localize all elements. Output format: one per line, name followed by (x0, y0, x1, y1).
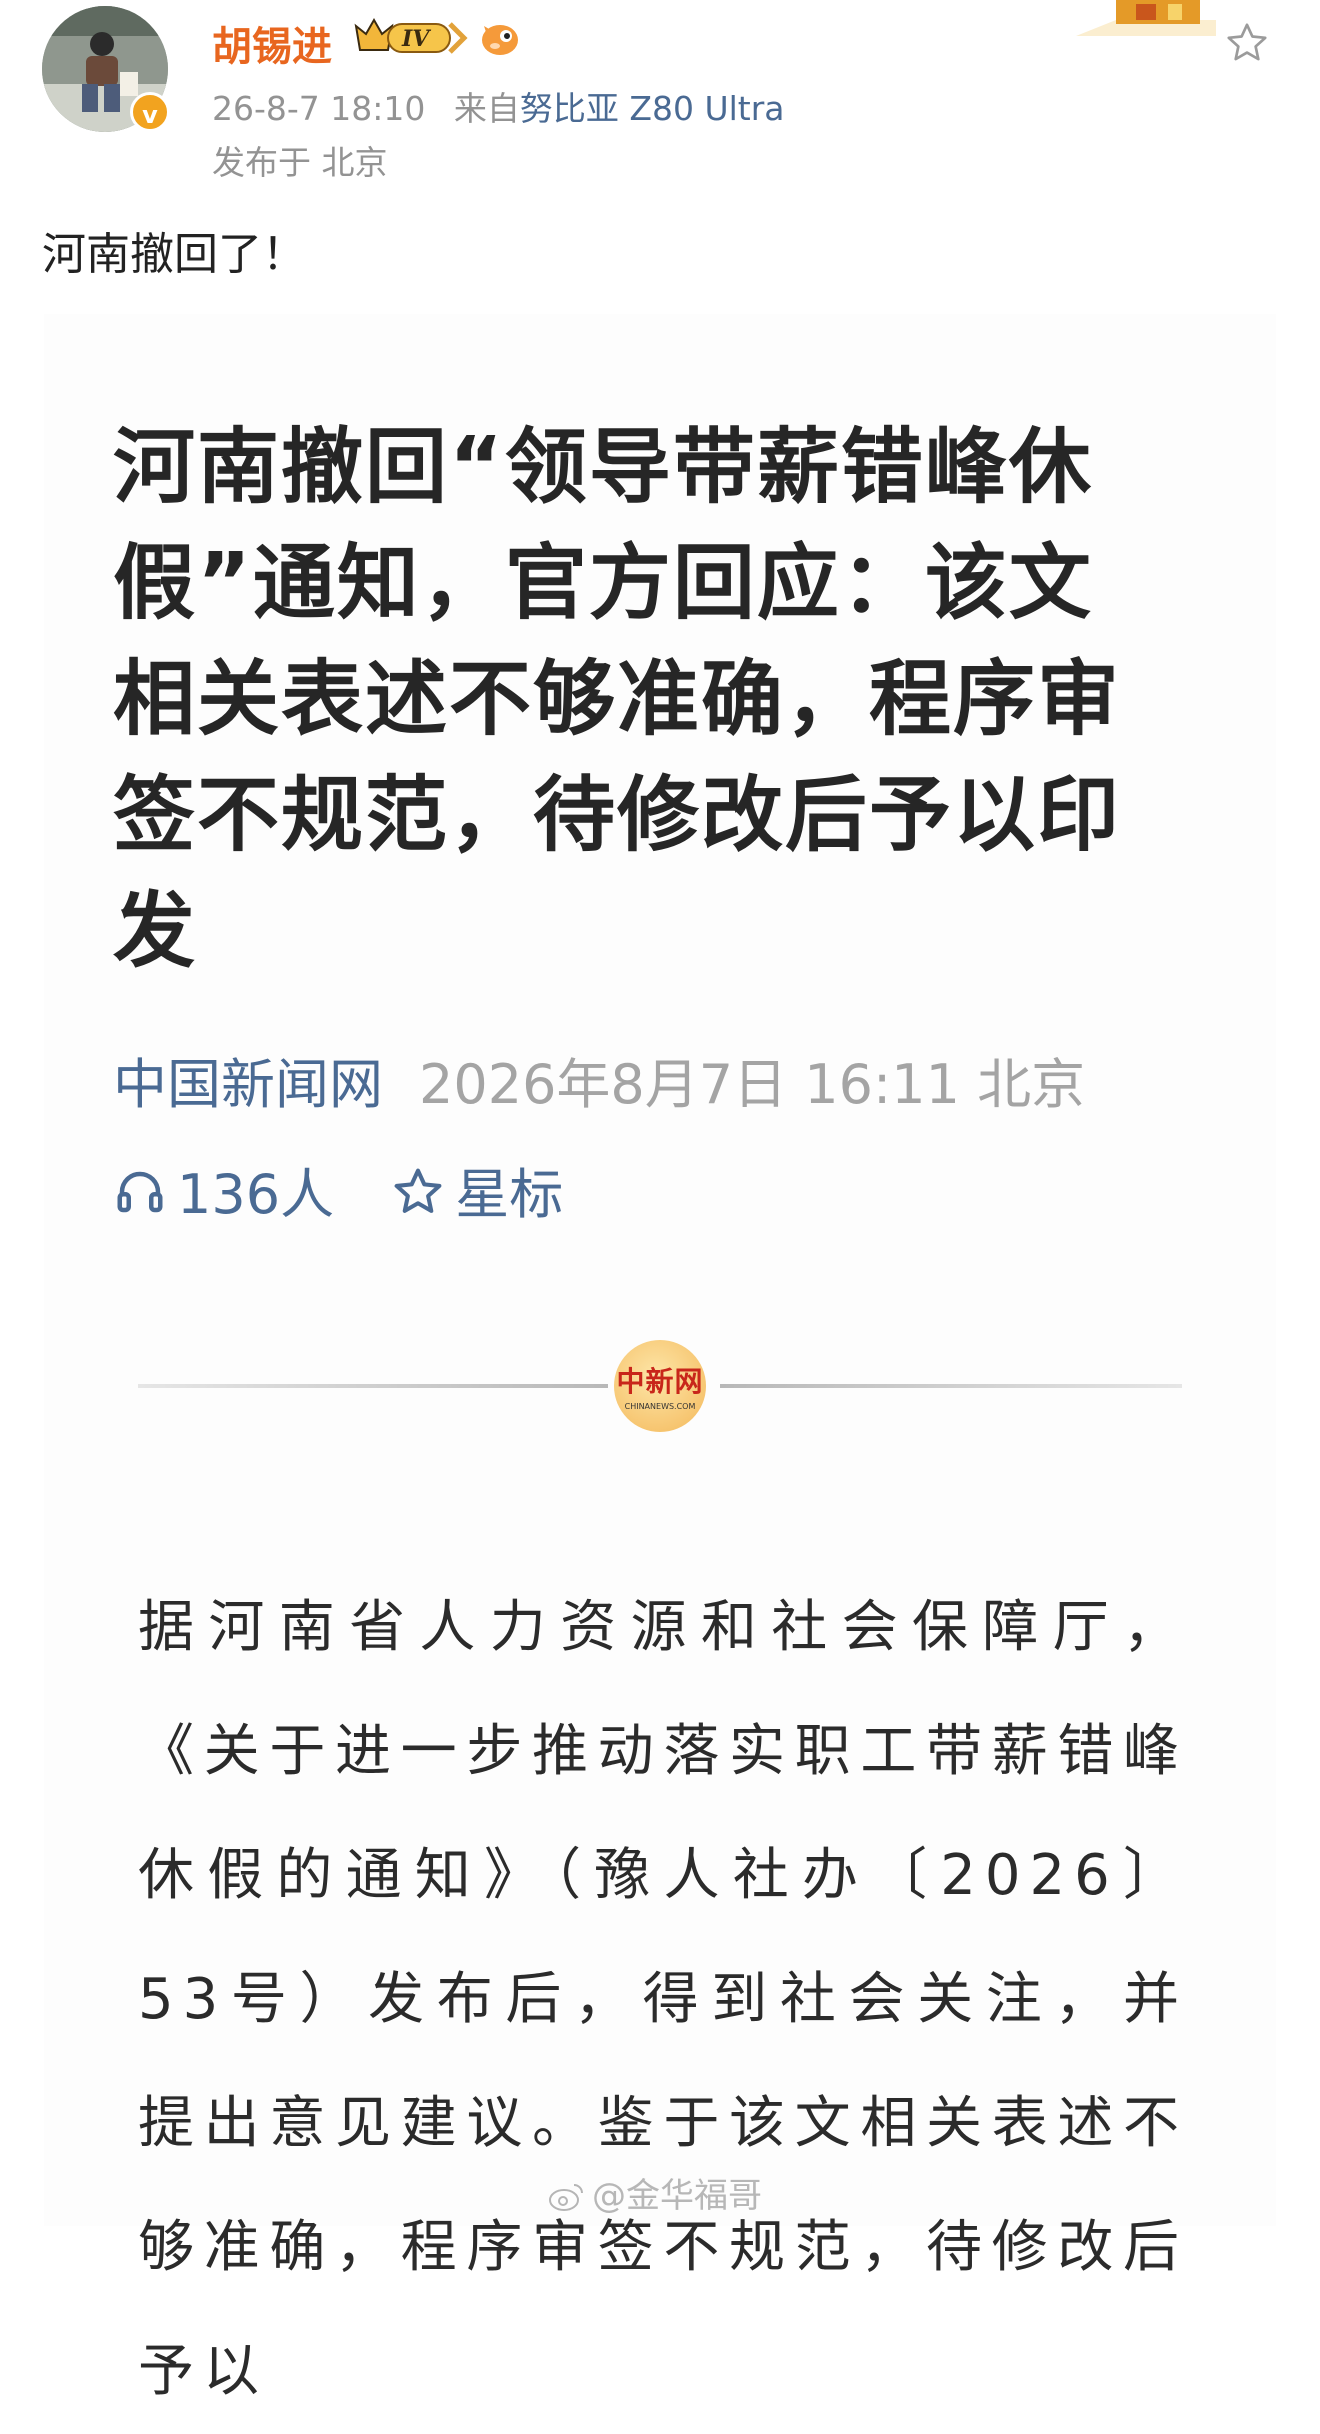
listen-count-item[interactable]: 136人 (113, 1150, 334, 1229)
star-outline-icon[interactable] (1224, 20, 1270, 70)
watermark: @金华福哥 (548, 2168, 762, 2217)
weibo-icon (549, 2184, 583, 2211)
watermark-text: @金华福哥 (592, 2176, 762, 2216)
logo-text-en: CHINANEWS.COM (624, 1402, 696, 1411)
star-mark-button[interactable]: 星标 (391, 1150, 563, 1229)
post-header: v 胡锡进 IV 26-8-7 18:10 来自努比亚 Z80 Ultra 发布… (0, 0, 1320, 190)
verified-badge-icon: v (130, 92, 170, 132)
article-body: 据河南省人力资源和社会保障厅，《关于进一步推动落实职工带薪错峰休假的通知》（豫人… (138, 1595, 1188, 2404)
listen-count: 136人 (177, 1163, 335, 1226)
star-mark-label: 星标 (455, 1163, 564, 1226)
article-source-line: 中国新闻网 2026年8月7日 16:11 北京 (113, 1040, 1085, 1119)
post-timestamp: 26-8-7 18:10 (212, 89, 426, 128)
article-datetime: 2026年8月7日 16:11 北京 (419, 1053, 1086, 1116)
logo-text-cn: 中新网 (616, 1365, 704, 1398)
fish-icon[interactable] (478, 16, 524, 64)
divider-line-right (720, 1384, 1182, 1388)
article-source[interactable]: 中国新闻网 (113, 1053, 383, 1116)
post-location: 发布于 北京 (212, 143, 388, 182)
chinanews-logo: 中新网 CHINANEWS.COM (614, 1340, 706, 1432)
user-name[interactable]: 胡锡进 (212, 14, 332, 72)
vip-level-text: IV (401, 26, 431, 52)
decoration-banner (1076, 0, 1216, 40)
headphones-icon (117, 1171, 163, 1213)
star-outline-icon (394, 1168, 442, 1213)
article-stats: 136人 星标 (113, 1150, 563, 1229)
post-text: 河南撤回了！ (42, 229, 306, 280)
vip-crown-icon[interactable]: IV (352, 14, 470, 64)
divider-line-left (138, 1384, 608, 1388)
source-prefix: 来自 (453, 89, 520, 128)
article-title: 河南撤回“领导带薪错峰休假”通知，官方回应：该文相关表述不够准确，程序审签不规范… (113, 420, 1122, 979)
post-meta: 26-8-7 18:10 来自努比亚 Z80 Ultra (212, 82, 785, 130)
device-link[interactable]: 努比亚 Z80 Ultra (520, 89, 785, 128)
